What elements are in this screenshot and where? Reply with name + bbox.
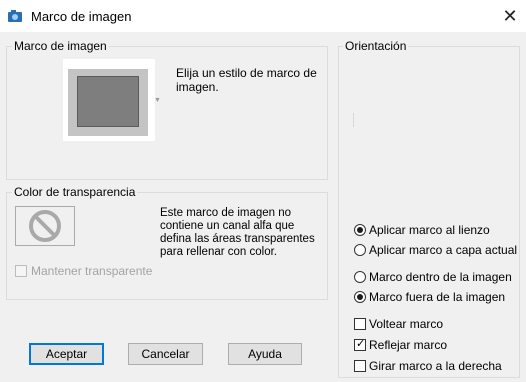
apply-to-canvas-radio[interactable] [354,224,366,236]
apply-to-canvas-label[interactable]: Aplicar marco al lienzo [369,223,490,237]
ok-button[interactable]: Aceptar [29,343,104,365]
frame-outside-label[interactable]: Marco fuera de la imagen [369,290,505,304]
frame-outside-radio[interactable] [354,291,366,303]
frame-border-preview [68,69,148,136]
apply-to-layer-label[interactable]: Aplicar marco a capa actual [369,243,517,257]
frame-inside-radio[interactable] [354,271,366,283]
rotate-frame-label[interactable]: Girar marco a la derecha [369,359,502,373]
checkmark-icon: ✓ [356,338,366,350]
flip-frame-checkbox[interactable] [354,318,366,330]
frame-inside-label[interactable]: Marco dentro de la imagen [369,270,512,284]
flip-frame-label[interactable]: Voltear marco [369,317,443,331]
frame-app-icon [8,10,22,22]
frame-description: Elija un estilo de marco de imagen. [176,66,317,94]
dropdown-arrow-icon[interactable]: ▼ [154,97,161,104]
transparency-description: Este marco de imagen no contiene un cana… [160,207,315,258]
keep-transparent-checkbox[interactable] [15,265,27,277]
transparency-color-swatch [15,206,75,246]
keep-transparent-label: Mantener transparente [31,264,153,278]
cancel-button[interactable]: Cancelar [128,343,203,365]
orientation-separator [353,113,354,127]
frame-group-label: Marco de imagen [12,39,109,53]
mirror-frame-label[interactable]: Reflejar marco [369,338,447,352]
help-button[interactable]: Ayuda [228,343,302,365]
radio-selected-dot [357,294,363,300]
apply-to-layer-radio[interactable] [354,244,366,256]
radio-selected-dot [357,227,363,233]
orientation-group-label: Orientación [343,39,409,53]
mirror-frame-checkbox[interactable]: ✓ [354,338,366,351]
no-symbol-icon [29,210,61,242]
rotate-frame-checkbox[interactable] [354,360,366,372]
transparency-group-label: Color de transparencia [12,185,138,199]
frame-style-preview[interactable] [63,59,155,141]
frame-picture-preview [77,76,139,127]
title-bar: Marco de imagen ✕ [0,0,526,32]
close-icon[interactable]: ✕ [500,6,520,26]
window-title: Marco de imagen [31,9,132,24]
